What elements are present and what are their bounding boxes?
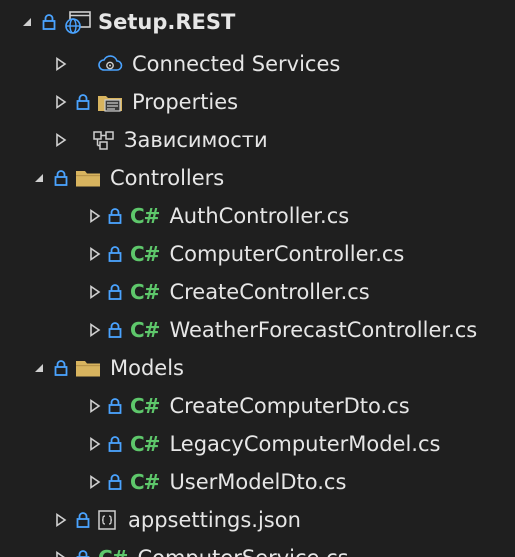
collapsed-chevron-icon[interactable]: [86, 283, 104, 301]
tree-node-file[interactable]: C# WeatherForecastController.cs: [0, 312, 515, 348]
tree-node-connected-services[interactable]: Connected Services: [0, 46, 515, 82]
tree-node-file[interactable]: C# UserModelDto.cs: [0, 464, 515, 500]
tree-node-computer-service[interactable]: C# ComputerService.cs: [0, 540, 515, 557]
collapsed-chevron-icon[interactable]: [52, 55, 70, 73]
folder-icon: [74, 356, 102, 380]
csharp-file-icon: C#: [130, 432, 160, 456]
collapsed-chevron-icon[interactable]: [86, 397, 104, 415]
file-label: UserModelDto.cs: [169, 470, 347, 494]
lock-icon: [54, 358, 70, 378]
csharp-file-icon: C#: [130, 470, 160, 494]
csharp-file-icon: C#: [130, 318, 160, 342]
tree-node-file[interactable]: C# CreateComputerDto.cs: [0, 388, 515, 424]
collapsed-chevron-icon[interactable]: [52, 511, 70, 529]
properties-label: Properties: [132, 90, 239, 114]
lock-icon: [42, 12, 58, 32]
lock-icon: [108, 472, 124, 492]
lock-icon: [76, 92, 92, 112]
file-label: CreateComputerDto.cs: [169, 394, 410, 418]
solution-explorer-tree: Setup.REST Connected Services Properties: [0, 0, 515, 557]
lock-icon: [108, 244, 124, 264]
web-project-icon: [64, 10, 92, 34]
collapsed-chevron-icon[interactable]: [86, 321, 104, 339]
file-label: LegacyComputerModel.cs: [169, 432, 441, 456]
file-label: ComputerService.cs: [137, 546, 348, 557]
lock-icon: [108, 320, 124, 340]
collapsed-chevron-icon[interactable]: [52, 549, 70, 557]
connected-services-label: Connected Services: [132, 52, 341, 76]
tree-node-appsettings[interactable]: appsettings.json: [0, 502, 515, 538]
csharp-file-icon: C#: [130, 394, 160, 418]
tree-node-project[interactable]: Setup.REST: [0, 4, 515, 40]
collapsed-chevron-icon[interactable]: [52, 93, 70, 111]
tree-node-controllers[interactable]: Controllers: [0, 160, 515, 196]
lock-icon: [108, 282, 124, 302]
tree-node-file[interactable]: C# LegacyComputerModel.cs: [0, 426, 515, 462]
csharp-file-icon: C#: [130, 242, 160, 266]
connected-services-icon: [96, 52, 124, 76]
lock-icon: [54, 168, 70, 188]
csharp-file-icon: C#: [98, 546, 128, 557]
lock-icon: [108, 434, 124, 454]
properties-folder-icon: [96, 90, 124, 114]
csharp-file-icon: C#: [130, 204, 160, 228]
collapsed-chevron-icon[interactable]: [86, 435, 104, 453]
lock-icon: [76, 548, 92, 557]
project-label: Setup.REST: [98, 10, 236, 34]
appsettings-label: appsettings.json: [128, 508, 301, 532]
lock-icon: [108, 396, 124, 416]
dependencies-icon: [90, 128, 118, 152]
collapsed-chevron-icon[interactable]: [86, 473, 104, 491]
tree-node-properties[interactable]: Properties: [0, 84, 515, 120]
file-label: AuthController.cs: [169, 204, 350, 228]
tree-node-dependencies[interactable]: Зависимости: [0, 122, 515, 158]
collapsed-chevron-icon[interactable]: [86, 207, 104, 225]
file-label: CreateController.cs: [169, 280, 370, 304]
controllers-label: Controllers: [110, 166, 225, 190]
file-label: ComputerController.cs: [169, 242, 405, 266]
collapsed-chevron-icon[interactable]: [86, 245, 104, 263]
lock-icon: [108, 206, 124, 226]
dependencies-label: Зависимости: [124, 128, 268, 152]
collapsed-chevron-icon[interactable]: [52, 131, 70, 149]
expanded-chevron-icon[interactable]: [18, 13, 36, 31]
tree-node-file[interactable]: C# CreateController.cs: [0, 274, 515, 310]
models-label: Models: [110, 356, 184, 380]
tree-node-file[interactable]: C# ComputerController.cs: [0, 236, 515, 272]
lock-icon: [76, 510, 92, 530]
json-file-icon: [96, 508, 118, 532]
tree-node-models[interactable]: Models: [0, 350, 515, 386]
file-label: WeatherForecastController.cs: [169, 318, 478, 342]
csharp-file-icon: C#: [130, 280, 160, 304]
tree-node-file[interactable]: C# AuthController.cs: [0, 198, 515, 234]
expanded-chevron-icon[interactable]: [30, 359, 48, 377]
expanded-chevron-icon[interactable]: [30, 169, 48, 187]
folder-icon: [74, 166, 102, 190]
